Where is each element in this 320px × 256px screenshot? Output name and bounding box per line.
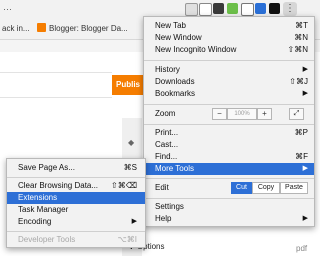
menu-item-label: Downloads: [155, 77, 195, 86]
tag-icon[interactable]: ◆: [128, 138, 134, 147]
shortcut-label: ⇧⌘J: [289, 77, 308, 86]
pdf-label: pdf: [296, 244, 308, 253]
menu-item-new-window[interactable]: New Window ⌘N: [144, 32, 314, 44]
shortcut-label: ⌘F: [295, 152, 308, 161]
bookmark-item[interactable]: Blogger: Blogger Da...: [37, 23, 128, 35]
submenu-arrow-icon: ▶: [131, 218, 137, 225]
cut-button[interactable]: Cut: [231, 182, 252, 194]
menu-item-zoom: Zoom − 100% + ⤢: [144, 108, 314, 120]
menu-item-save-page-as[interactable]: Save Page As... ⌘S: [7, 162, 145, 174]
extension-icon[interactable]: [241, 3, 254, 16]
zoom-in-button[interactable]: +: [257, 108, 272, 120]
submenu-arrow-icon: ▶: [302, 66, 308, 73]
menu-item-label: Task Manager: [18, 205, 69, 214]
menu-item-new-tab[interactable]: New Tab ⌘T: [144, 20, 314, 32]
menu-item-settings[interactable]: Settings: [144, 201, 314, 213]
menu-item-clear-browsing-data[interactable]: Clear Browsing Data... ⇧⌘⌫: [7, 180, 145, 192]
menu-separator: [7, 231, 145, 232]
menu-item-label: Save Page As...: [18, 163, 75, 172]
extension-icon[interactable]: [185, 3, 198, 16]
menu-item-label: New Window: [155, 33, 202, 42]
shortcut-label: ⌘S: [123, 163, 137, 172]
submenu-arrow-icon: ▶: [302, 215, 308, 222]
shortcut-label: ⇧⌘⌫: [110, 181, 137, 190]
chrome-main-menu: New Tab ⌘T New Window ⌘N New Incognito W…: [143, 16, 315, 227]
menu-item-cast[interactable]: Cast...: [144, 139, 314, 151]
menu-item-extensions[interactable]: Extensions: [7, 192, 145, 204]
shortcut-label: ⌘T: [295, 21, 308, 30]
extension-icon[interactable]: [255, 3, 266, 14]
shortcut-label: ⌘P: [294, 128, 308, 137]
extension-icon[interactable]: [227, 3, 238, 14]
menu-item-label: Settings: [155, 202, 184, 211]
menu-item-downloads[interactable]: Downloads ⇧⌘J: [144, 76, 314, 88]
menu-separator: [144, 178, 314, 179]
menu-separator: [7, 177, 145, 178]
copy-button[interactable]: Copy: [252, 182, 280, 194]
menu-item-bookmarks[interactable]: Bookmarks ▶: [144, 88, 314, 100]
menu-separator: [144, 124, 314, 125]
bookmark-item[interactable]: ack in...: [2, 23, 30, 35]
bookmark-label: ack in...: [2, 24, 30, 33]
shortcut-label: ⌥⌘I: [117, 235, 137, 244]
paste-button[interactable]: Paste: [280, 182, 308, 194]
menu-item-label: Find...: [155, 152, 178, 161]
fullscreen-icon[interactable]: ⤢: [289, 108, 304, 120]
menu-item-label: New Incognito Window: [155, 45, 237, 54]
bookmark-label: Blogger: Blogger Da...: [49, 24, 128, 33]
menu-item-more-tools[interactable]: More Tools ▶: [144, 163, 314, 175]
menu-item-help[interactable]: Help ▶: [144, 213, 314, 225]
menu-item-history[interactable]: History ▶: [144, 64, 314, 76]
submenu-arrow-icon: ▶: [302, 165, 308, 172]
more-tools-submenu: Save Page As... ⌘S Clear Browsing Data..…: [6, 158, 146, 248]
menu-item-label: History: [155, 65, 180, 74]
menu-item-label: Edit: [155, 183, 169, 192]
menu-separator: [144, 104, 314, 105]
menu-separator: [144, 198, 314, 199]
menu-item-print[interactable]: Print... ⌘P: [144, 127, 314, 139]
menu-item-label: Clear Browsing Data...: [18, 181, 99, 190]
menu-item-task-manager[interactable]: Task Manager: [7, 204, 145, 216]
menu-item-find[interactable]: Find... ⌘F: [144, 151, 314, 163]
shortcut-label: ⌘N: [294, 33, 308, 42]
menu-item-label: Developer Tools: [18, 235, 76, 244]
zoom-level: 100%: [227, 108, 257, 120]
menu-item-new-incognito-window[interactable]: New Incognito Window ⇧⌘N: [144, 44, 314, 56]
menu-separator: [144, 60, 314, 61]
post-title-field[interactable]: [0, 72, 112, 98]
menu-item-developer-tools: Developer Tools ⌥⌘I: [7, 234, 145, 246]
extension-icon[interactable]: [199, 3, 212, 16]
menu-icon[interactable]: ⋮: [283, 2, 297, 16]
zoom-out-button[interactable]: −: [212, 108, 227, 120]
menu-item-label: Extensions: [18, 193, 58, 202]
menu-item-label: Help: [155, 214, 172, 223]
menu-item-label: More Tools: [155, 164, 194, 173]
blogger-icon: [37, 23, 46, 32]
menu-item-label: Zoom: [155, 109, 176, 118]
menu-item-encoding[interactable]: Encoding ▶: [7, 216, 145, 228]
menu-item-label: Print...: [155, 128, 179, 137]
menu-item-label: Cast...: [155, 140, 179, 149]
scroll-left-icon[interactable]: ⋯: [3, 4, 12, 15]
menu-item-label: Bookmarks: [155, 89, 196, 98]
menu-item-edit: Edit Cut Copy Paste: [144, 182, 314, 194]
menu-item-label: New Tab: [155, 21, 186, 30]
extension-icon[interactable]: [269, 3, 280, 14]
menu-item-label: Encoding: [18, 217, 52, 226]
extension-icon[interactable]: [213, 3, 224, 14]
submenu-arrow-icon: ▶: [302, 90, 308, 97]
shortcut-label: ⇧⌘N: [287, 45, 308, 54]
